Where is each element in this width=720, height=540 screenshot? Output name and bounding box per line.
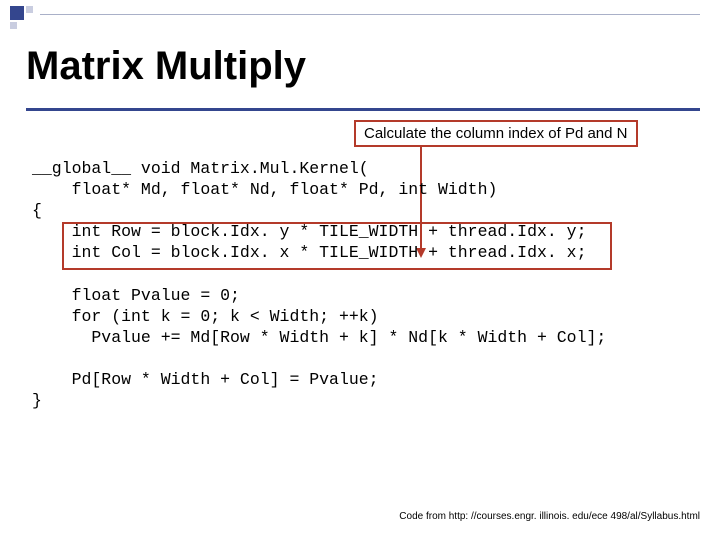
code-line: { — [32, 201, 42, 220]
title-underline — [26, 108, 700, 111]
callout-text: Calculate the column index of Pd and N — [364, 125, 628, 142]
corner-decoration — [0, 0, 38, 38]
slide: Matrix Multiply Calculate the column ind… — [0, 0, 720, 540]
code-line: int Row = block.Idx. y * TILE_WIDTH + th… — [32, 222, 587, 241]
code-line: __global__ void Matrix.Mul.Kernel( — [32, 159, 369, 178]
code-block: __global__ void Matrix.Mul.Kernel( float… — [32, 158, 688, 411]
code-line: Pd[Row * Width + Col] = Pvalue; — [32, 370, 379, 389]
code-line: for (int k = 0; k < Width; ++k) — [32, 307, 379, 326]
code-line: float* Md, float* Nd, float* Pd, int Wid… — [32, 180, 497, 199]
code-line: float Pvalue = 0; — [32, 286, 240, 305]
code-line: Pvalue += Md[Row * Width + k] * Nd[k * W… — [32, 328, 606, 347]
footer-credit: Code from http: //courses.engr. illinois… — [399, 511, 700, 522]
code-line: } — [32, 391, 42, 410]
slide-title: Matrix Multiply — [26, 44, 306, 89]
callout-box: Calculate the column index of Pd and N — [354, 120, 638, 147]
code-line: int Col = block.Idx. x * TILE_WIDTH + th… — [32, 243, 587, 262]
top-rule — [40, 14, 700, 15]
